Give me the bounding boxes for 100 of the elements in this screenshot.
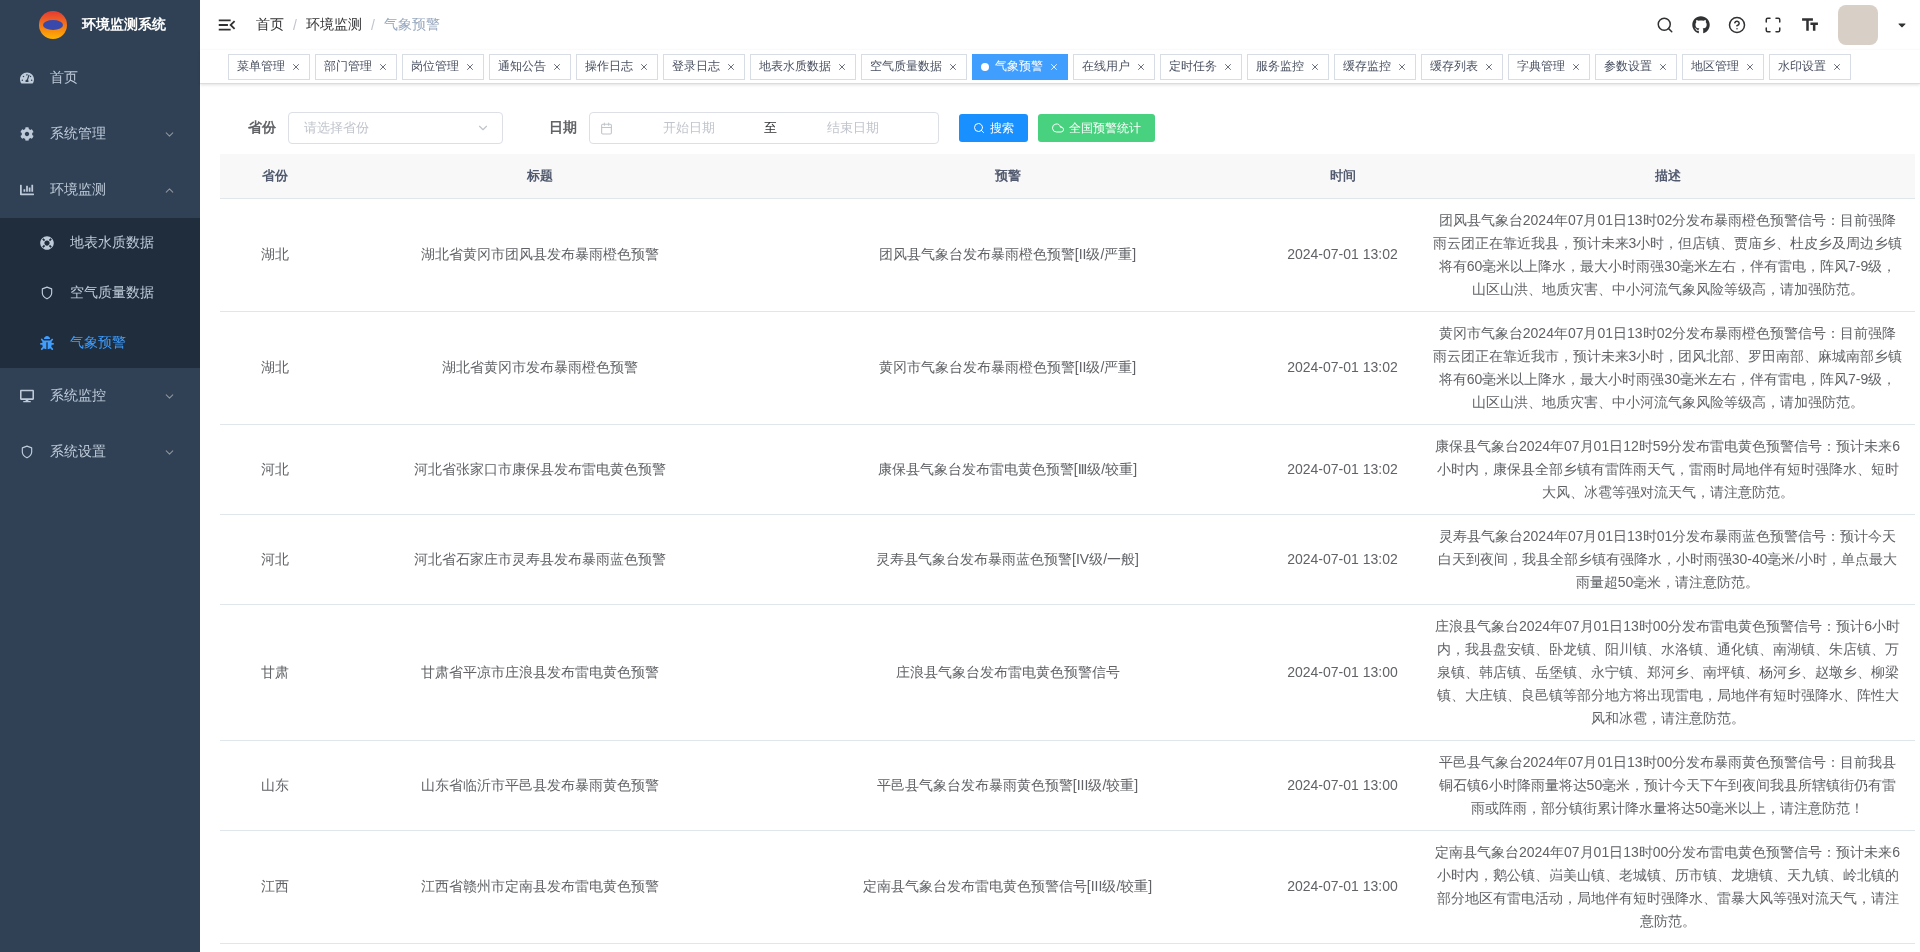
monitor-icon <box>20 389 34 403</box>
sidebar-subitem[interactable]: 气象预警 <box>0 318 200 368</box>
tab[interactable]: 登录日志 <box>663 53 745 80</box>
close-icon[interactable] <box>1745 61 1755 72</box>
breadcrumb-separator: / <box>370 17 375 33</box>
fullscreen-icon[interactable] <box>1764 16 1782 34</box>
close-icon[interactable] <box>1484 61 1494 72</box>
column-header: 描述 <box>1420 154 1915 198</box>
table-cell: 黄冈市气象台2024年07月01日13时02分发布暴雨橙色预警信号：目前强降雨云团正在靠近我市，预计未来3小时，团风北部、罗田南部、麻城南部乡镇将有60毫米以上降水，最大小时雨强30毫米左右，伴有雷电，阵风7-9级，山区山洪、地质灾害、中小河流气象风险等级高，请加强防范。 <box>1420 311 1915 424</box>
table-cell: 河北 <box>220 514 330 604</box>
dashboard-icon <box>20 71 34 85</box>
table-cell: 2024-07-01 13:02 <box>1265 198 1420 311</box>
field-label: 省份 <box>247 119 277 137</box>
close-icon[interactable] <box>552 61 562 72</box>
sidebar-item[interactable]: 系统监控 <box>0 368 200 424</box>
tab[interactable]: 缓存列表 <box>1421 53 1503 80</box>
tab[interactable]: 菜单管理 <box>228 53 310 80</box>
table-cell: 庄浪县气象台2024年07月01日13时00分发布雷电黄色预警信号：预计6小时内，我县盘安镇、卧龙镇、阳川镇、水洛镇、通化镇、南湖镇、朱店镇、万泉镇、韩店镇、岳堡镇、永宁镇、郑河乡、南坪镇、杨河乡、赵墩乡、柳梁镇、大庄镇、良邑镇等部分地方将出现雷电，局地伴有短时强降水、阵性大风和冰雹，请注意防范。 <box>1420 604 1915 740</box>
tab[interactable]: 操作日志 <box>576 53 658 80</box>
close-icon[interactable] <box>639 61 649 72</box>
bug-icon <box>40 336 54 350</box>
close-icon[interactable] <box>948 61 958 72</box>
breadcrumb-separator: / <box>293 17 297 33</box>
sidebar-subitem[interactable]: 空气质量数据 <box>0 268 200 318</box>
lifebuoy-icon <box>40 236 54 250</box>
close-icon[interactable] <box>837 61 847 72</box>
table-cell: 湖北 <box>220 311 330 424</box>
calendar-icon <box>600 121 613 135</box>
table-cell: 2024-07-01 13:02 <box>1265 424 1420 514</box>
close-icon[interactable] <box>1571 61 1581 72</box>
table-cell: 团风县气象台发布暴雨橙色预警[II级/严重] <box>750 198 1265 311</box>
table-cell: 康保县气象台发布雷电黄色预警[Ⅲ级/较重] <box>750 424 1265 514</box>
close-icon[interactable] <box>1397 61 1407 72</box>
tab[interactable]: 定时任务 <box>1160 53 1242 80</box>
field-label: 日期 <box>548 119 578 137</box>
search-icon <box>973 122 985 134</box>
close-icon[interactable] <box>291 61 301 72</box>
table-cell: 河北省张家口市康保县发布雷电黄色预警 <box>330 424 750 514</box>
tab[interactable]: 水印设置 <box>1769 53 1851 80</box>
sidebar-item[interactable]: 首页 <box>0 50 200 106</box>
help-icon[interactable] <box>1728 16 1746 34</box>
close-icon[interactable] <box>1832 61 1842 72</box>
column-header: 预警 <box>750 154 1265 198</box>
table-cell: 湖北 <box>220 198 330 311</box>
cloud-icon <box>1052 122 1064 134</box>
table-cell: 康保县气象台2024年07月01日12时59分发布雷电黄色预警信号：预计未来6小时内，康保县全部乡镇有雷阵雨天气，雷雨时局地伴有短时强降水、短时大风、冰雹等强对流天气，请注意防范。 <box>1420 424 1915 514</box>
search-icon[interactable] <box>1656 16 1674 34</box>
close-icon[interactable] <box>1310 61 1320 72</box>
sidebar-item[interactable]: 环境监测 <box>0 162 200 218</box>
close-icon[interactable] <box>378 61 388 72</box>
tab[interactable]: 参数设置 <box>1595 53 1677 80</box>
table-cell: 湖北省黄冈市发布暴雨橙色预警 <box>330 311 750 424</box>
tab[interactable]: 地区管理 <box>1682 53 1764 80</box>
table-cell: 定南县气象台发布雷电黄色预警信号[III级/较重] <box>750 830 1265 943</box>
tab[interactable]: 地表水质数据 <box>750 53 856 80</box>
active-dot-icon <box>981 62 989 71</box>
close-icon[interactable] <box>1658 61 1668 72</box>
table-cell: 2024-07-01 13:00 <box>1265 740 1420 830</box>
tab[interactable]: 部门管理 <box>315 53 397 80</box>
table-cell: 甘肃 <box>220 604 330 740</box>
tab[interactable]: 通知公告 <box>489 53 571 80</box>
sidebar-item[interactable]: 系统设置 <box>0 424 200 480</box>
table-cell: 江西 <box>220 830 330 943</box>
sidebar-item[interactable]: 系统管理 <box>0 106 200 162</box>
tab[interactable]: 缓存监控 <box>1334 53 1416 80</box>
bar-chart-icon <box>20 183 34 197</box>
table-cell: 山东省临沂市平邑县发布暴雨黄色预警 <box>330 740 750 830</box>
sidebar-subitem[interactable]: 地表水质数据 <box>0 218 200 268</box>
table-cell: 江西省赣州市定南县发布雷电黄色预警 <box>330 830 750 943</box>
table-cell: 2024-07-01 13:00 <box>1265 830 1420 943</box>
breadcrumb-item: 气象预警 <box>383 16 440 34</box>
table-cell: 2024-07-01 13:02 <box>1265 311 1420 424</box>
table-cell: 甘肃省平凉市庄浪县发布雷电黄色预警 <box>330 604 750 740</box>
date-range-field[interactable]: 开始日期 至 结束日期 <box>589 112 939 144</box>
table-cell: 山东 <box>220 740 330 830</box>
column-header: 标题 <box>330 154 750 198</box>
close-icon[interactable] <box>726 61 736 72</box>
column-header: 时间 <box>1265 154 1420 198</box>
tab[interactable]: 服务监控 <box>1247 53 1329 80</box>
tab[interactable]: 空气质量数据 <box>861 53 967 80</box>
close-icon[interactable] <box>465 61 475 72</box>
table-cell: 河北 <box>220 424 330 514</box>
column-header: 省份 <box>220 154 330 198</box>
table-cell: 河北省石家庄市灵寿县发布暴雨蓝色预警 <box>330 514 750 604</box>
tab[interactable]: 岗位管理 <box>402 53 484 80</box>
table-cell: 灵寿县气象台发布暴雨蓝色预警[IV级/一般] <box>750 514 1265 604</box>
tab[interactable]: 字典管理 <box>1508 53 1590 80</box>
github-icon[interactable] <box>1692 16 1710 34</box>
shield-icon <box>40 286 54 300</box>
table-cell: 2024-07-01 13:02 <box>1265 514 1420 604</box>
gear-icon <box>20 127 34 141</box>
logo-icon <box>38 10 68 40</box>
breadcrumb-item[interactable]: 首页 <box>256 16 284 34</box>
shield-icon <box>20 445 34 459</box>
breadcrumb-item[interactable]: 环境监测 <box>305 16 362 34</box>
table-cell: 2024-07-01 13:00 <box>1265 604 1420 740</box>
table-cell: 团风县气象台2024年07月01日13时02分发布暴雨橙色预警信号：目前强降雨云团正在靠近我县，预计未来3小时，但店镇、贾庙乡、杜皮乡及周边乡镇将有60毫米以上降水，最大小时雨强30毫米左右，伴有雷电，阵风7-9级，山区山洪、地质灾害、中小河流气象风险等级高，请加强防范。 <box>1420 198 1915 311</box>
close-icon[interactable] <box>1223 61 1233 72</box>
close-icon[interactable] <box>1136 61 1146 72</box>
tab[interactable]: 在线用户 <box>1073 53 1155 80</box>
